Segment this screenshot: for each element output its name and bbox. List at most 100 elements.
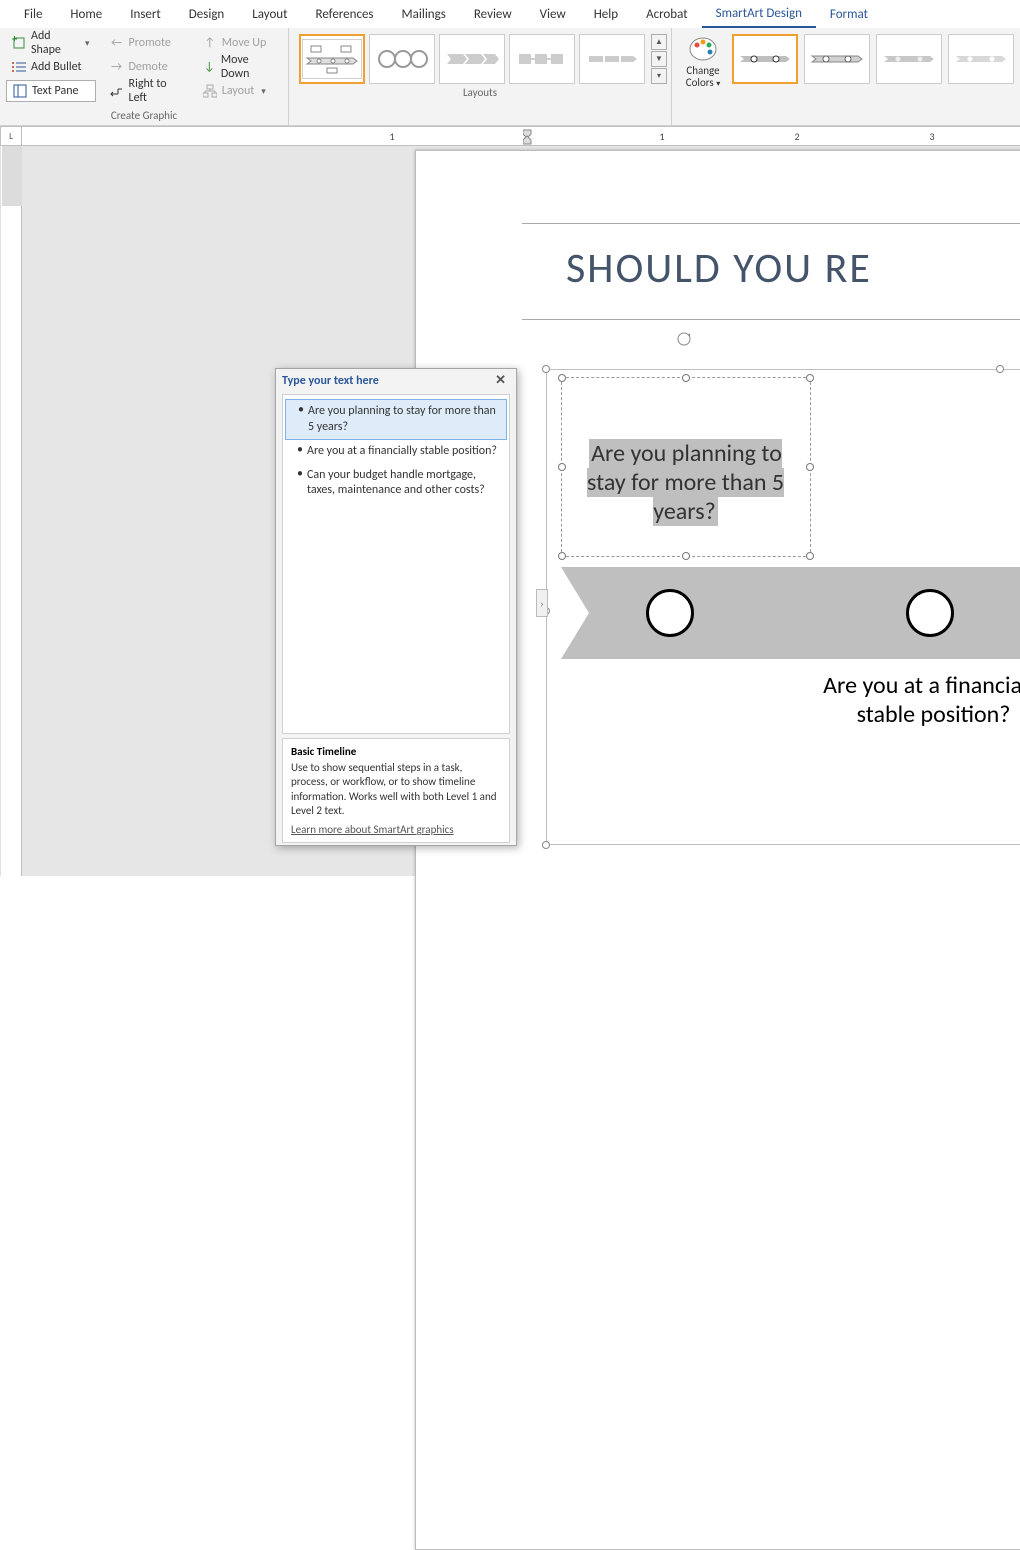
tab-references[interactable]: References <box>302 2 388 27</box>
tab-home[interactable]: Home <box>56 2 116 27</box>
tab-review[interactable]: Review <box>460 2 526 27</box>
ruler-tick: 2 <box>794 130 799 143</box>
text-pane-footer-title: Basic Timeline <box>291 745 501 758</box>
vertical-ruler[interactable] <box>0 146 22 876</box>
text-pane-learn-more-link[interactable]: Learn more about SmartArt graphics <box>291 823 501 836</box>
page-title[interactable]: SHOULD YOU RE <box>566 243 872 294</box>
layout-thumb-2[interactable] <box>369 34 435 84</box>
text-pane-header: Type your text here ✕ <box>276 369 516 392</box>
tab-design[interactable]: Design <box>175 2 238 27</box>
promote-label: Promote <box>129 36 171 50</box>
timeline-node-1[interactable] <box>646 589 694 637</box>
add-bullet-button[interactable]: Add Bullet <box>6 56 96 78</box>
move-down-icon: ↓ <box>203 60 216 74</box>
resize-handle[interactable] <box>996 365 1004 373</box>
promote-icon: ← <box>110 36 124 50</box>
tab-view[interactable]: View <box>526 2 580 27</box>
text-pane-item[interactable]: Are you at a financially stable position… <box>285 440 507 464</box>
style-thumb-1[interactable] <box>732 34 798 84</box>
text-pane-icon <box>13 84 27 98</box>
add-bullet-label: Add Bullet <box>31 60 82 74</box>
text-pane-popup: Type your text here ✕ Are you planning t… <box>275 368 517 846</box>
palette-icon <box>688 34 718 64</box>
horizontal-ruler[interactable]: 1 1 2 3 <box>22 126 1020 146</box>
vruler-margin <box>2 146 22 206</box>
promote-button: ← Promote <box>104 32 189 54</box>
layout-expand[interactable]: ▾ <box>651 68 667 84</box>
tab-mailings[interactable]: Mailings <box>388 2 460 27</box>
demote-label: Demote <box>129 60 168 74</box>
layout-button: Layout ▾ <box>197 80 282 102</box>
text-pane-footer: Basic Timeline Use to show sequential st… <box>282 738 510 843</box>
rotate-handle-icon[interactable] <box>676 331 692 347</box>
dropdown-icon: ▾ <box>85 38 90 49</box>
ruler-area: L 1 1 2 3 <box>0 126 1020 146</box>
tab-help[interactable]: Help <box>580 2 632 27</box>
page[interactable]: SHOULD YOU RE Are you planning to st <box>415 150 1020 1550</box>
menu-bar: File Home Insert Design Layout Reference… <box>0 0 1020 28</box>
tab-file[interactable]: File <box>10 2 56 27</box>
create-graphic-group-label: Create Graphic <box>0 107 288 125</box>
layouts-group-label: Layouts <box>289 84 671 102</box>
text-pane-body[interactable]: Are you planning to stay for more than 5… <box>282 394 510 734</box>
move-down-button[interactable]: ↓ Move Down <box>197 56 282 78</box>
resize-handle[interactable] <box>806 552 814 560</box>
close-icon[interactable]: ✕ <box>491 373 510 388</box>
resize-handle[interactable] <box>558 552 566 560</box>
add-shape-button[interactable]: Add Shape ▾ <box>6 32 96 54</box>
resize-handle[interactable] <box>806 463 814 471</box>
move-up-icon: ↑ <box>203 36 217 50</box>
layout-thumb-3[interactable] <box>439 34 505 84</box>
text-pane-title: Type your text here <box>282 374 379 388</box>
resize-handle[interactable] <box>806 374 814 382</box>
move-up-label: Move Up <box>222 36 267 50</box>
resize-handle[interactable] <box>558 463 566 471</box>
smartart-text-2[interactable]: Are you at a financially stable position… <box>821 671 1020 729</box>
title-border-top <box>522 223 1020 224</box>
ruler-corner[interactable]: L <box>0 126 22 146</box>
text-pane-label: Text Pane <box>32 84 79 98</box>
document-canvas[interactable]: SHOULD YOU RE Are you planning to st <box>22 146 1020 876</box>
resize-handle[interactable] <box>542 841 550 849</box>
text-pane-item[interactable]: Are you planning to stay for more than 5… <box>285 399 507 440</box>
tab-smartart-design[interactable]: SmartArt Design <box>702 1 816 28</box>
smartart-text-1[interactable]: Are you planning to stay for more than 5… <box>573 439 798 526</box>
layout-scroll-up[interactable]: ▲ <box>651 34 667 50</box>
textpane-toggle[interactable]: › <box>536 589 548 617</box>
tab-layout[interactable]: Layout <box>238 2 301 27</box>
text-pane-button[interactable]: Text Pane <box>6 80 96 102</box>
resize-handle[interactable] <box>682 552 690 560</box>
layout-gallery-spin: ▲ ▼ ▾ <box>651 34 667 84</box>
tab-insert[interactable]: Insert <box>116 2 175 27</box>
style-thumb-4[interactable] <box>948 34 1014 84</box>
layout-thumb-5[interactable] <box>579 34 645 84</box>
tab-format[interactable]: Format <box>816 2 882 27</box>
title-border-bottom <box>522 319 1020 320</box>
layout-thumb-4[interactable] <box>509 34 575 84</box>
ruler-tick: 3 <box>929 130 934 143</box>
ribbon: Add Shape ▾ Add Bullet Text Pane ← <box>0 28 1020 126</box>
layout-thumb-1[interactable] <box>299 34 365 84</box>
resize-handle[interactable] <box>558 374 566 382</box>
style-thumb-2[interactable] <box>804 34 870 84</box>
ruler-tick: 1 <box>659 130 664 143</box>
timeline-node-2[interactable] <box>906 589 954 637</box>
dropdown-icon: ▾ <box>261 86 266 97</box>
text-pane-footer-desc: Use to show sequential steps in a task, … <box>291 761 501 818</box>
right-to-left-button[interactable]: Right to Left <box>104 80 189 102</box>
layout-label: Layout <box>222 84 255 98</box>
resize-handle[interactable] <box>542 365 550 373</box>
resize-handle[interactable] <box>682 374 690 382</box>
add-bullet-icon <box>12 60 26 74</box>
text-pane-item[interactable]: Can your budget handle mortgage, taxes, … <box>285 464 507 503</box>
add-shape-icon <box>12 36 26 50</box>
smartart-object[interactable]: Are you planning to stay for more than 5… <box>546 369 1020 845</box>
style-thumb-3[interactable] <box>876 34 942 84</box>
right-to-left-icon <box>110 84 124 98</box>
tab-acrobat[interactable]: Acrobat <box>632 2 702 27</box>
styles-group-label <box>672 89 1020 94</box>
layout-scroll-down[interactable]: ▼ <box>651 51 667 67</box>
demote-icon: → <box>110 60 124 74</box>
ruler-tick: 1 <box>389 130 394 143</box>
change-colors-button[interactable]: Change Colors ▾ <box>680 34 726 89</box>
